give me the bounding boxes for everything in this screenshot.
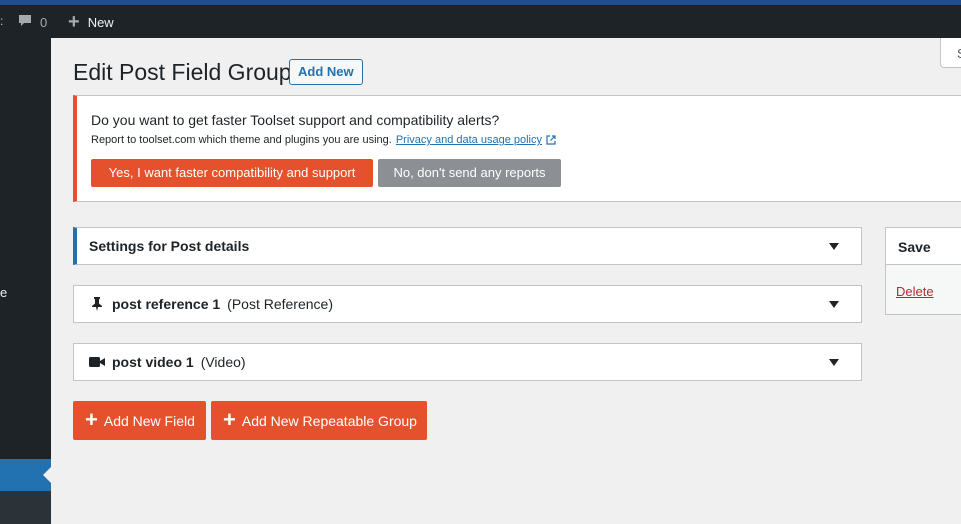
add-new-field-button[interactable]: + Add New Field (73, 401, 206, 440)
admin-bar-new[interactable]: + New (68, 12, 114, 32)
admin-sidebar: e (0, 38, 51, 524)
admin-bar-comments[interactable]: 0 (18, 12, 47, 32)
yes-faster-support-button[interactable]: Yes, I want faster compatibility and sup… (91, 159, 373, 187)
field-panel-post-video[interactable]: post video 1 (Video) (73, 343, 862, 381)
plus-icon: + (68, 11, 80, 33)
screen-options-tab[interactable]: S (940, 38, 961, 68)
pin-icon (89, 296, 105, 312)
save-box-title: Save (886, 228, 961, 265)
field-type: (Post Reference) (227, 296, 333, 312)
admin-bar: : 0 + New (0, 5, 961, 38)
page-title: Edit Post Field Group (73, 59, 292, 85)
field-panel-label: post reference 1 (Post Reference) (89, 296, 333, 312)
add-new-field-label: Add New Field (103, 412, 195, 429)
notice-subtitle-text: Report to toolset.com which theme and pl… (91, 134, 392, 146)
admin-bar-new-label: New (87, 14, 114, 30)
chevron-down-icon[interactable] (829, 359, 839, 366)
sidebar-current-arrow (43, 467, 51, 483)
plus-icon: + (223, 406, 236, 432)
notice-subtitle: Report to toolset.com which theme and pl… (91, 134, 556, 146)
delete-link[interactable]: Delete (896, 284, 934, 299)
screen-options-label: S (957, 46, 961, 61)
plus-icon: + (85, 406, 98, 432)
field-name: post reference 1 (112, 296, 221, 312)
add-repeatable-group-label: Add New Repeatable Group (241, 412, 417, 429)
comment-icon (18, 14, 32, 31)
sidebar-cut-label[interactable]: e (0, 285, 7, 300)
comments-count: 0 (40, 14, 48, 30)
video-camera-icon (89, 354, 105, 370)
admin-bar-cut-item[interactable]: : (0, 14, 3, 28)
field-panel-post-reference[interactable]: post reference 1 (Post Reference) (73, 285, 862, 323)
privacy-policy-link[interactable]: Privacy and data usage policy (396, 134, 542, 146)
save-box: Save Delete (885, 227, 961, 315)
toolset-notice: Do you want to get faster Toolset suppor… (73, 95, 961, 202)
chevron-down-icon[interactable] (829, 243, 839, 250)
external-link-icon (546, 135, 556, 145)
field-panel-label: post video 1 (Video) (89, 354, 246, 370)
field-name: post video 1 (112, 354, 194, 370)
settings-panel-title: Settings for Post details (89, 238, 250, 254)
no-reports-button[interactable]: No, don't send any reports (378, 159, 561, 187)
notice-title: Do you want to get faster Toolset suppor… (91, 112, 500, 128)
add-repeatable-group-button[interactable]: + Add New Repeatable Group (211, 401, 427, 440)
add-new-button[interactable]: Add New (289, 59, 363, 85)
field-type: (Video) (200, 354, 246, 370)
settings-panel[interactable]: Settings for Post details (73, 227, 862, 265)
sidebar-submenu (0, 491, 51, 524)
chevron-down-icon[interactable] (829, 301, 839, 308)
